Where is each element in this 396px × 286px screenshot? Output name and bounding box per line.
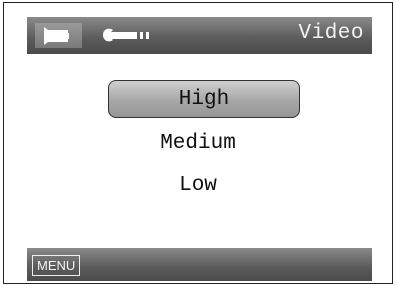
page-title: Video (298, 22, 364, 45)
top-bar: Video (27, 17, 372, 54)
tab-settings[interactable] (99, 23, 159, 48)
tab-video[interactable] (35, 23, 82, 48)
option-high[interactable]: High (108, 80, 300, 118)
wrench-icon (103, 28, 149, 42)
option-low[interactable]: Low (0, 174, 396, 197)
menu-button[interactable]: MENU (32, 255, 81, 276)
video-camera-icon (44, 27, 69, 45)
option-medium[interactable]: Medium (0, 132, 396, 155)
bottom-bar: MENU (27, 248, 372, 281)
